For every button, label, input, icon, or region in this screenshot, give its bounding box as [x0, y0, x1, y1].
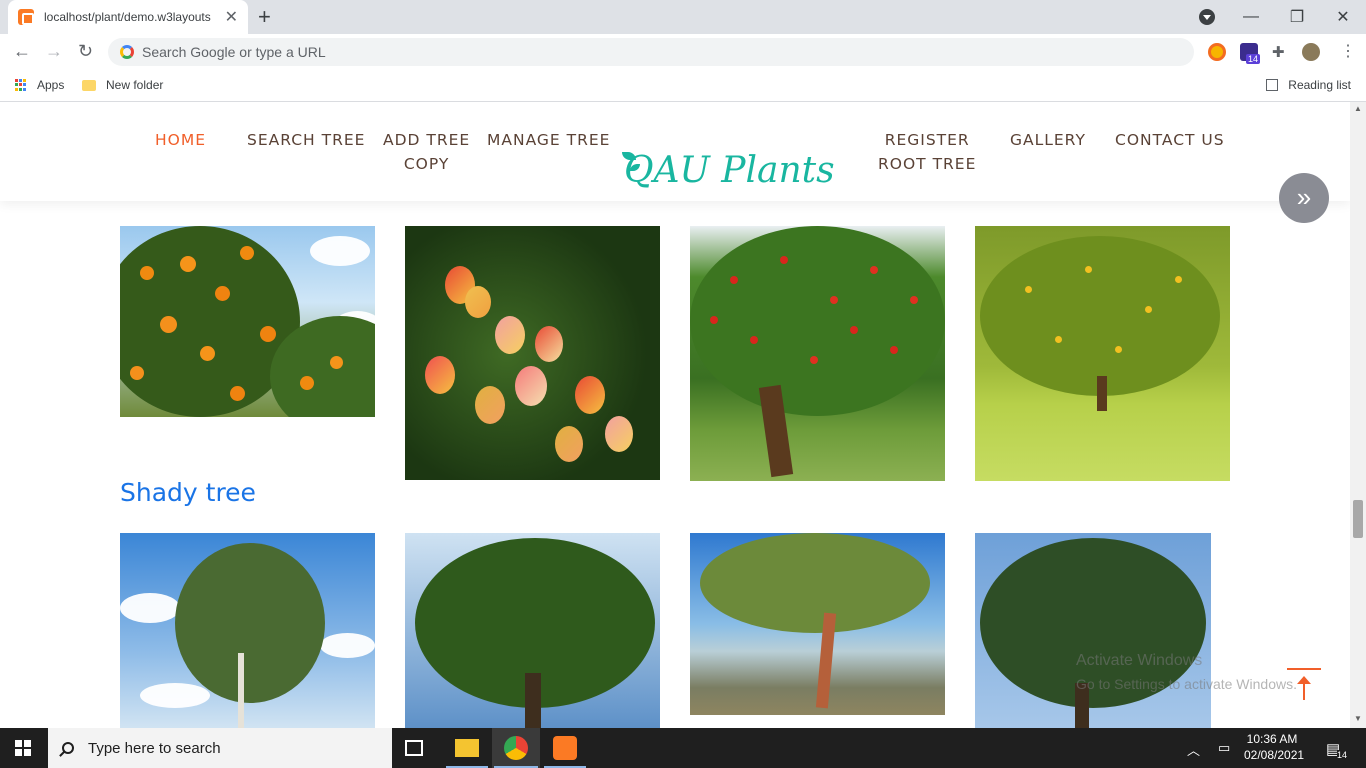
menu-dots-icon[interactable]: ⋮: [1340, 41, 1356, 61]
avatar[interactable]: [1302, 43, 1320, 61]
orange-tree-image[interactable]: [120, 226, 375, 417]
address-placeholder: Search Google or type a URL: [142, 44, 326, 60]
back-icon[interactable]: ←: [13, 41, 31, 62]
bookmark-apps[interactable]: Apps: [15, 78, 64, 92]
nav-contact-us[interactable]: CONTACT US: [1115, 128, 1225, 152]
windows-start-icon[interactable]: [15, 740, 31, 756]
nav-gallery[interactable]: GALLERY: [1010, 128, 1086, 152]
folder-icon: [82, 79, 96, 91]
xampp-favicon-icon: [18, 9, 34, 25]
nav-add-tree-line1: ADD TREE: [383, 131, 471, 149]
apple-tree-image[interactable]: [690, 226, 945, 481]
nav-register-line2: ROOT TREE: [878, 155, 977, 173]
window-controls: — ❐ ✕: [1228, 0, 1366, 34]
nav-manage-tree[interactable]: MANAGE TREE: [487, 128, 610, 152]
clock-date: 02/08/2021: [1244, 748, 1305, 762]
xampp-icon[interactable]: [553, 736, 577, 760]
forward-icon[interactable]: →: [45, 41, 63, 62]
browser-tab-bar: localhost/plant/demo.w3layouts ✕ + — ❐ ✕: [0, 0, 1366, 34]
browser-tab[interactable]: localhost/plant/demo.w3layouts ✕: [8, 0, 248, 34]
scroll-up-icon[interactable]: ▲: [1354, 104, 1362, 113]
nav-search-tree[interactable]: SEARCH TREE: [247, 128, 365, 152]
nav-add-tree-copy[interactable]: ADD TREE COPY: [383, 128, 470, 176]
bookmark-new-folder[interactable]: New folder: [82, 78, 163, 92]
site-logo[interactable]: QAU Plants: [624, 150, 835, 191]
restore-icon[interactable]: ❐: [1274, 7, 1320, 27]
reading-list-label: Reading list: [1288, 78, 1351, 92]
page-scrollbar[interactable]: ▲ ▼: [1350, 102, 1366, 728]
nav-register-root-tree[interactable]: REGISTER ROOT TREE: [878, 128, 976, 176]
activate-windows-subtitle: Go to Settings to activate Windows.: [1076, 676, 1297, 692]
clock-time: 10:36 AM: [1246, 732, 1298, 746]
page-viewport: HOME SEARCH TREE ADD TREE COPY MANAGE TR…: [0, 102, 1350, 728]
google-icon: [120, 45, 134, 59]
browser-toolbar: ← → ↻ Search Google or type a URL 14 ✚ ⋮: [0, 34, 1366, 72]
taskbar-clock[interactable]: 10:36 AM 02/08/2021: [1244, 731, 1305, 763]
site-header: HOME SEARCH TREE ADD TREE COPY MANAGE TR…: [0, 102, 1350, 201]
close-tab-icon[interactable]: ✕: [225, 7, 238, 27]
battery-icon[interactable]: ▭: [1218, 740, 1230, 756]
scroll-down-icon[interactable]: ▼: [1354, 714, 1362, 723]
section-title-shady-tree: Shady tree: [120, 478, 256, 507]
reload-icon[interactable]: ↻: [78, 41, 93, 62]
reading-list-icon: [1266, 79, 1279, 91]
bookmarks-bar: Apps New folder Reading list: [0, 72, 1366, 102]
mango-tree-image[interactable]: [405, 226, 660, 480]
reading-list-button[interactable]: Reading list: [1266, 78, 1351, 92]
tab-title: localhost/plant/demo.w3layouts: [44, 10, 211, 24]
file-explorer-icon[interactable]: [455, 739, 479, 757]
tab-search-icon[interactable]: [1199, 9, 1215, 25]
nav-register-line1: REGISTER: [884, 131, 970, 149]
bookmark-apps-label: Apps: [37, 78, 65, 92]
search-icon: [62, 742, 74, 754]
nav-home[interactable]: HOME: [155, 128, 206, 152]
broadleaf-tree-image[interactable]: [405, 533, 660, 728]
bookmark-folder-label: New folder: [106, 78, 164, 92]
tray-overflow-icon[interactable]: ︿: [1187, 740, 1200, 759]
next-slide-button[interactable]: »: [1279, 173, 1329, 223]
new-tab-icon[interactable]: +: [258, 4, 271, 30]
extension-badge: 14: [1246, 54, 1261, 64]
minimize-icon[interactable]: —: [1228, 8, 1274, 26]
taskbar-search[interactable]: Type here to search: [48, 728, 392, 768]
notification-count: 14: [1337, 750, 1348, 760]
eucalyptus-tree-image[interactable]: [120, 533, 375, 728]
close-window-icon[interactable]: ✕: [1320, 7, 1366, 27]
puzzle-extensions-icon[interactable]: ✚: [1272, 43, 1285, 61]
back-to-top-icon: [1287, 668, 1321, 670]
apps-grid-icon: [15, 79, 27, 91]
extension-icon[interactable]: [1208, 43, 1226, 61]
activate-windows-title: Activate Windows: [1076, 652, 1203, 669]
back-to-top-button[interactable]: [1287, 668, 1321, 702]
nav-add-tree-line2: COPY: [403, 155, 450, 173]
address-bar[interactable]: Search Google or type a URL: [108, 38, 1194, 66]
task-view-icon[interactable]: [405, 740, 423, 756]
oak-tree-image[interactable]: [975, 533, 1211, 728]
chrome-icon[interactable]: [504, 736, 528, 760]
arbutus-tree-image[interactable]: [690, 533, 945, 715]
lemon-tree-image[interactable]: [975, 226, 1230, 481]
taskbar-search-placeholder: Type here to search: [88, 739, 221, 757]
windows-taskbar: Type here to search ︿ ▭ 10:36 AM 02/08/2…: [0, 728, 1366, 768]
scrollbar-thumb[interactable]: [1353, 500, 1363, 538]
